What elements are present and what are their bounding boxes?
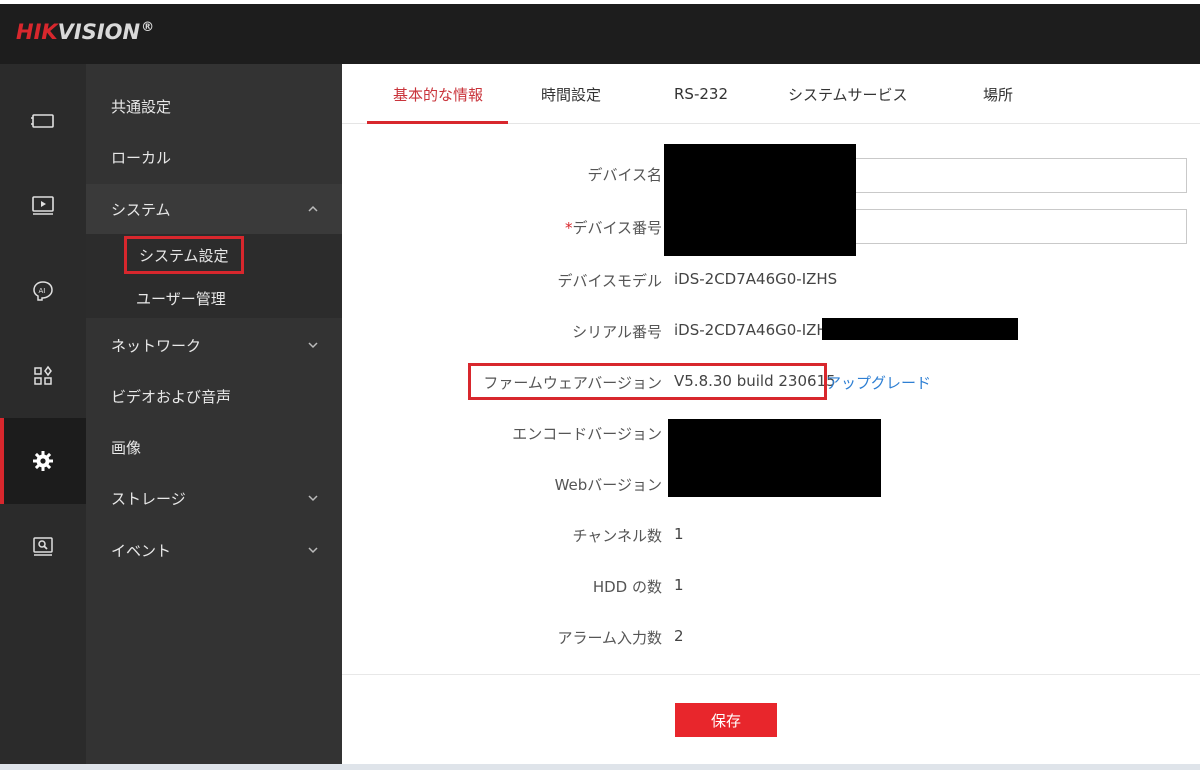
menu-item-label: ネットワーク (111, 336, 202, 355)
alarm-input-count-label: アラーム入力数 (557, 629, 662, 647)
logo-registered-mark: ® (141, 20, 155, 35)
menu-item-video-audio[interactable]: ビデオおよび音声 (86, 371, 342, 421)
tab-system-service[interactable]: システムサービス (788, 64, 908, 124)
tab-label: システムサービス (788, 85, 908, 104)
menu-item-common[interactable]: 共通設定 (86, 81, 342, 131)
web-version-label: Webバージョン (554, 476, 662, 494)
rail-apps[interactable] (0, 333, 86, 419)
ai-icon: AI (33, 281, 53, 301)
window-edge (0, 0, 1200, 4)
submenu-item-user-management[interactable]: ユーザー管理 (136, 283, 226, 313)
menu-item-label: 画像 (111, 438, 142, 457)
rail-configuration[interactable] (0, 418, 86, 504)
footer-divider (342, 674, 1200, 675)
tab-bar: 基本的な情報 時間設定 RS-232 システムサービス 場所 (342, 64, 1200, 124)
tab-label: 時間設定 (541, 85, 602, 104)
apps-icon (34, 365, 52, 385)
gear-icon (33, 451, 53, 471)
channel-count-label: チャンネル数 (572, 527, 662, 545)
content-panel: 基本的な情報 時間設定 RS-232 システムサービス 場所 デバイス名 *デバ… (342, 64, 1200, 764)
chevron-up-icon (308, 205, 318, 212)
serial-number-label: シリアル番号 (572, 323, 662, 341)
alarm-input-count-value: 2 (674, 627, 684, 645)
device-number-label: *デバイス番号 (565, 217, 662, 238)
menu-item-image[interactable]: 画像 (86, 422, 342, 472)
tab-time-settings[interactable]: 時間設定 (541, 64, 601, 124)
firmware-highlight-box (468, 363, 827, 400)
device-number-label-text: デバイス番号 (572, 219, 662, 237)
save-button[interactable]: 保存 (675, 703, 777, 737)
tab-label: RS-232 (674, 85, 728, 103)
submenu-item-label: ユーザー管理 (136, 289, 226, 308)
rail-playback[interactable] (0, 162, 86, 248)
tab-rs232[interactable]: RS-232 (674, 64, 728, 124)
icon-rail: AI (0, 64, 86, 764)
hdd-count-value: 1 (674, 576, 684, 594)
menu-item-label: ビデオおよび音声 (111, 387, 232, 406)
menu-item-network[interactable]: ネットワーク (86, 320, 342, 370)
rail-live-view[interactable] (0, 78, 86, 164)
top-bar: HIKVISION® (0, 0, 1200, 64)
upgrade-link[interactable]: アップグレード (826, 372, 931, 393)
maintenance-icon (33, 537, 53, 556)
menu-item-local[interactable]: ローカル (86, 132, 342, 182)
menu-item-label: ストレージ (111, 489, 186, 508)
device-name-label: デバイス名 (587, 166, 662, 184)
menu-item-storage[interactable]: ストレージ (86, 473, 342, 523)
menu-item-label: イベント (111, 541, 172, 560)
active-tab-indicator (367, 121, 508, 124)
logo-red-part: HIK (16, 20, 58, 44)
menu-item-system[interactable]: システム (86, 184, 342, 234)
redaction-block (822, 318, 1018, 340)
serial-number-value: iDS-2CD7A46G0-IZHS (674, 321, 838, 339)
redaction-block (668, 419, 881, 497)
playback-icon (32, 196, 54, 215)
redaction-block (664, 144, 856, 256)
rail-maintenance[interactable] (0, 504, 86, 590)
monitor-icon (31, 114, 54, 128)
tab-label: 基本的な情報 (393, 85, 484, 104)
chevron-down-icon (308, 547, 318, 554)
channel-count-value: 1 (674, 525, 684, 543)
submenu-item-label: システム設定 (139, 246, 229, 265)
encode-version-label: エンコードバージョン (512, 425, 662, 443)
rail-ai[interactable]: AI (0, 248, 86, 334)
menu-item-event[interactable]: イベント (86, 525, 342, 575)
hdd-count-label: HDD の数 (592, 578, 662, 596)
menu-item-label: 共通設定 (111, 97, 172, 116)
tab-label: 場所 (983, 85, 1014, 104)
submenu-item-system-settings[interactable]: システム設定 (124, 236, 244, 274)
svg-text:AI: AI (39, 287, 46, 295)
device-model-label: デバイスモデル (557, 272, 662, 290)
menu-item-label: システム (111, 200, 171, 219)
window-bottom-edge (0, 764, 1200, 770)
chevron-down-icon (308, 495, 318, 502)
logo-gray-part: VISION (57, 20, 141, 44)
menu-item-label: ローカル (111, 148, 172, 167)
hikvision-logo: HIKVISION® (16, 20, 154, 46)
tab-location[interactable]: 場所 (983, 64, 1013, 124)
chevron-down-icon (308, 342, 318, 349)
config-menu: 共通設定 ローカル システム システム設定 ユーザー管理 ネットワーク ビデオお… (86, 64, 342, 764)
device-model-value: iDS-2CD7A46G0-IZHS (674, 270, 838, 288)
tab-basic-info[interactable]: 基本的な情報 (393, 64, 483, 124)
